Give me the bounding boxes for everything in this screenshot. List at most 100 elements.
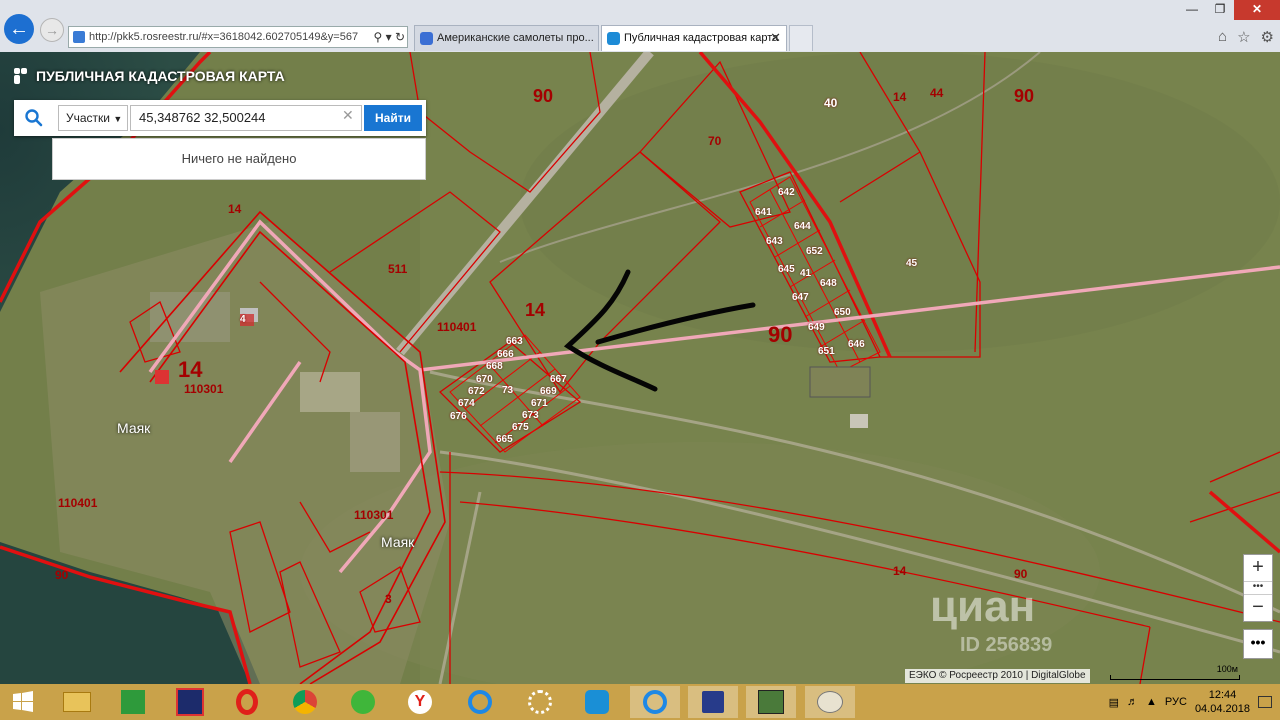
tab-american-planes[interactable]: Американские самолеты про... [414, 25, 599, 51]
search-icon[interactable] [14, 100, 54, 136]
watermark-id: ID 256839 [960, 634, 1053, 656]
ie-icon [643, 690, 667, 714]
map-label: 90 [768, 322, 793, 347]
map-label: 40 [824, 96, 838, 110]
map-canvas[interactable]: 90 90 90 90 90 14 14 14 14 14 44 40 70 5… [0, 52, 1280, 684]
home-icon[interactable]: ⌂ [1218, 28, 1227, 46]
taskbar-app-pe[interactable] [165, 686, 215, 718]
taskbar-map-app[interactable] [746, 686, 796, 718]
refresh-icon[interactable]: ↻ [395, 30, 405, 44]
chrome-icon [293, 690, 317, 714]
notifications-icon[interactable] [1258, 696, 1272, 708]
taskbar-chrome[interactable] [280, 686, 330, 718]
floppy-disk-icon [702, 691, 724, 713]
zoom-in-button[interactable]: + [1244, 555, 1272, 581]
taskbar-store[interactable] [108, 686, 158, 718]
parcel-label: 670 [476, 374, 493, 385]
find-button[interactable]: Найти [364, 105, 422, 131]
helm-icon [528, 690, 552, 714]
parcel-label: 667 [550, 374, 567, 385]
settings-gear-icon[interactable]: ⚙ [1261, 28, 1274, 46]
zoom-out-button[interactable]: − [1244, 595, 1272, 621]
network-icon[interactable]: ▤ [1109, 696, 1119, 709]
start-button[interactable] [0, 686, 46, 718]
map-label: 3 [385, 592, 392, 606]
minimize-button[interactable]: — [1178, 0, 1206, 20]
scale-label: 100м [1216, 664, 1238, 674]
parcel-label: 641 [755, 207, 772, 218]
new-tab-button[interactable] [789, 25, 813, 51]
parcel-label: 646 [848, 339, 865, 350]
parcel-label: 642 [778, 187, 795, 198]
tab-favicon-icon [420, 32, 433, 45]
windows-logo-icon [13, 691, 33, 712]
tab-cadastral-map[interactable]: Публичная кадастровая карта ✕ [601, 25, 787, 51]
parcel-label: 649 [808, 322, 825, 333]
map-label: 110401 [58, 496, 98, 510]
taskbar-paint[interactable] [805, 686, 855, 718]
ie-icon [468, 690, 492, 714]
close-window-button[interactable]: ✕ [1234, 0, 1280, 20]
parcel-label: 673 [522, 410, 539, 421]
search-type-label: Участки [66, 111, 110, 125]
map-label: 73 [502, 385, 514, 396]
parcel-label: 651 [818, 346, 835, 357]
taskbar-opera[interactable] [222, 686, 272, 718]
taskbar-blue-app[interactable] [572, 686, 622, 718]
parcel-label: 643 [766, 236, 783, 247]
language-indicator[interactable]: РУС [1165, 696, 1187, 708]
address-bar[interactable]: http://pkk5.rosreestr.ru/#x=3618042.6027… [68, 26, 408, 48]
clock-time: 12:44 [1208, 689, 1237, 701]
search-type-dropdown[interactable]: Участки ▼ [58, 105, 128, 131]
map-app-icon [758, 690, 784, 714]
taskbar-file-explorer[interactable] [52, 686, 102, 718]
map-label: 41 [800, 268, 812, 279]
parcel-label: 663 [506, 336, 523, 347]
more-options-button[interactable]: ••• [1243, 629, 1273, 659]
parcel-label: 648 [820, 278, 837, 289]
map-label: 14 [525, 300, 546, 320]
signal-icon[interactable]: ▲ [1146, 696, 1157, 708]
no-results-message: Ничего не найдено [52, 138, 426, 180]
volume-icon[interactable]: ♬ [1127, 696, 1138, 708]
address-controls[interactable]: ⚲ ▾ ↻ [369, 27, 405, 47]
taskbar-internet-explorer-active[interactable] [630, 686, 680, 718]
tab-label: Американские самолеты про... [437, 32, 594, 44]
tab-favicon-icon [607, 32, 620, 45]
taskbar-green-app[interactable] [338, 686, 388, 718]
map-label: 45 [906, 258, 918, 269]
taskbar-helm-app[interactable] [515, 686, 565, 718]
clock[interactable]: 12:44 04.04.2018 [1195, 688, 1250, 716]
search-query-text: 45,348762 32,500244 [139, 110, 266, 125]
scale-line [1110, 675, 1240, 680]
parcel-label: 652 [806, 246, 823, 257]
forward-button[interactable]: → [40, 18, 64, 42]
search-panel: Участки ▼ 45,348762 32,500244 ✕ Найти [14, 100, 426, 136]
clear-search-icon[interactable]: ✕ [342, 107, 354, 124]
map-label: 511 [388, 262, 408, 276]
taskbar-yandex[interactable]: Y [395, 686, 445, 718]
restore-button[interactable]: ❐ [1206, 0, 1234, 20]
opera-icon [236, 689, 258, 715]
map-attribution: ЕЭКО © Росреестр 2010 | DigitalGlobe [905, 669, 1090, 683]
blue-app-icon [585, 690, 609, 714]
back-button[interactable]: ← [4, 14, 34, 44]
map-label: 14 [178, 357, 203, 382]
search-icon[interactable]: ⚲ [373, 30, 382, 44]
parcel-label: 674 [458, 398, 475, 409]
favorites-star-icon[interactable]: ☆ [1237, 28, 1250, 46]
pe-app-icon [176, 688, 204, 716]
taskbar-save-app[interactable] [688, 686, 738, 718]
parcel-label: 672 [468, 386, 485, 397]
page-title: ПУБЛИЧНАЯ КАДАСТРОВАЯ КАРТА [14, 68, 285, 84]
window-controls: — ❐ ✕ [1178, 0, 1280, 20]
parcel-label: 676 [450, 411, 467, 422]
close-tab-icon[interactable]: ✕ [770, 26, 781, 50]
map-label: 90 [55, 568, 69, 582]
page-title-text: ПУБЛИЧНАЯ КАДАСТРОВАЯ КАРТА [36, 68, 285, 84]
browser-chrome: ← → http://pkk5.rosreestr.ru/#x=3618042.… [0, 0, 1280, 53]
taskbar-internet-explorer[interactable] [455, 686, 505, 718]
map-label: 70 [708, 134, 722, 148]
coordinate-search-input[interactable]: 45,348762 32,500244 [130, 105, 362, 131]
yandex-icon: Y [408, 690, 432, 714]
